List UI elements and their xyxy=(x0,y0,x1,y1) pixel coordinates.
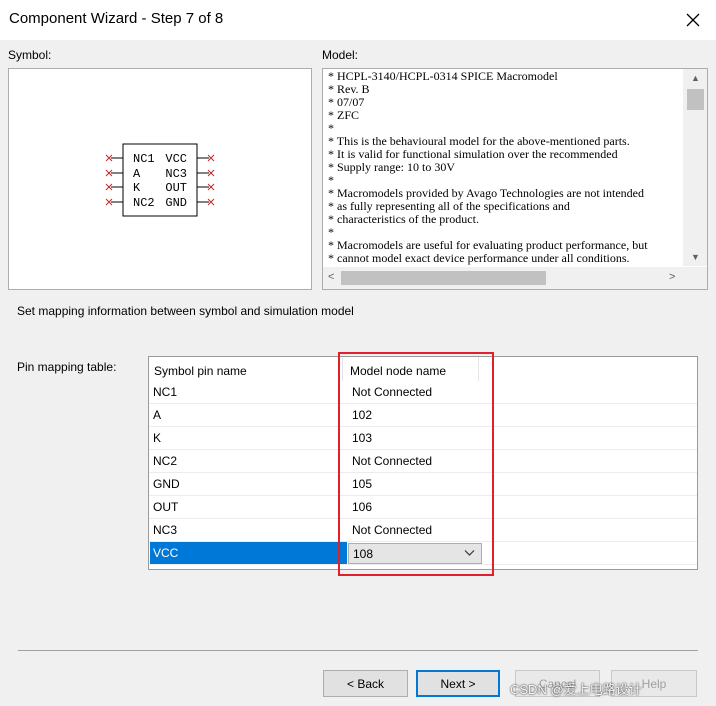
symbol-pin-cell: NC2 xyxy=(153,454,178,468)
model-node-cell[interactable]: Not Connected xyxy=(352,523,432,537)
symbol-pin-cell: VCC xyxy=(153,546,179,560)
watermark: CSDN @爱上电路设计 xyxy=(510,682,642,697)
model-node-cell[interactable]: Not Connected xyxy=(352,454,432,468)
model-node-cell[interactable]: 102 xyxy=(352,408,372,422)
table-row[interactable]: NC2 Not Connected xyxy=(149,450,697,473)
table-row[interactable]: NC1 Not Connected xyxy=(149,381,697,404)
symbol-pin-cell: A xyxy=(153,408,162,422)
table-row[interactable]: K 103 xyxy=(149,427,697,450)
button-separator xyxy=(18,650,698,651)
pin-label-k: K xyxy=(133,181,141,195)
back-button[interactable]: < Back xyxy=(323,670,408,697)
title-bar: Component Wizard - Step 7 of 8 xyxy=(0,0,716,40)
table-row[interactable]: GND 105 xyxy=(149,473,697,496)
vertical-scroll-thumb[interactable] xyxy=(687,89,704,110)
model-node-cell[interactable]: Not Connected xyxy=(352,385,432,399)
symbol-label: Symbol: xyxy=(8,48,52,62)
pin-label-nc3: NC3 xyxy=(165,167,187,181)
scroll-corner xyxy=(683,267,707,289)
next-button[interactable]: Next > xyxy=(416,670,500,697)
table-row[interactable]: A 102 xyxy=(149,404,697,427)
symbol-pin-cell: GND xyxy=(153,477,180,491)
chevron-down-icon[interactable] xyxy=(464,549,475,557)
window-title: Component Wizard - Step 7 of 8 xyxy=(9,10,224,27)
model-label: Model: xyxy=(322,48,359,62)
table-row[interactable]: NC3 Not Connected xyxy=(149,519,697,542)
pin-label-a: A xyxy=(133,167,141,181)
symbol-preview: NC1 A K NC2 VCC NC3 OUT GND xyxy=(8,68,312,290)
model-text-box[interactable]: * HCPL-3140/HCPL-0314 SPICE Macromodel *… xyxy=(322,68,708,290)
horizontal-scrollbar[interactable]: < > xyxy=(323,267,685,289)
table-row-selected[interactable]: VCC 108 xyxy=(149,542,697,565)
pin-mapping-table[interactable]: Symbol pin name Model node name NC1 Not … xyxy=(148,356,698,570)
scroll-up-icon[interactable]: ▲ xyxy=(691,73,700,83)
table-row[interactable]: OUT 106 xyxy=(149,496,697,519)
symbol-drawing: NC1 A K NC2 VCC NC3 OUT GND xyxy=(105,143,215,217)
scroll-left-icon[interactable]: < xyxy=(328,272,334,283)
model-node-cell[interactable]: 106 xyxy=(352,500,372,514)
symbol-pin-cell: NC1 xyxy=(153,385,178,399)
vertical-scrollbar[interactable]: ▲ ▼ xyxy=(683,69,707,266)
model-node-cell[interactable]: 105 xyxy=(352,477,372,491)
horizontal-scroll-thumb[interactable] xyxy=(341,271,546,285)
column-header-symbol-pin[interactable]: Symbol pin name xyxy=(149,357,343,381)
model-spice-text: * HCPL-3140/HCPL-0314 SPICE Macromodel *… xyxy=(328,70,648,265)
pin-label-vcc: VCC xyxy=(165,152,187,166)
pin-mapping-table-label: Pin mapping table: xyxy=(17,360,117,374)
model-node-cell[interactable]: 103 xyxy=(352,431,372,445)
pin-label-gnd: GND xyxy=(165,196,187,210)
pin-label-nc1: NC1 xyxy=(133,152,155,166)
selection-highlight xyxy=(150,542,347,564)
pin-label-out: OUT xyxy=(165,181,187,195)
symbol-pin-cell: K xyxy=(153,431,162,445)
close-icon xyxy=(686,13,700,27)
scroll-down-icon[interactable]: ▼ xyxy=(691,252,700,262)
symbol-pin-cell: OUT xyxy=(153,500,179,514)
pin-label-nc2: NC2 xyxy=(133,196,155,210)
close-button[interactable] xyxy=(678,6,708,34)
column-header-model-node[interactable]: Model node name xyxy=(345,357,479,381)
model-node-dropdown[interactable]: 108 xyxy=(348,543,482,564)
dropdown-value: 108 xyxy=(353,547,374,561)
symbol-pin-cell: NC3 xyxy=(153,523,178,537)
scroll-right-icon[interactable]: > xyxy=(669,272,675,283)
mapping-instruction: Set mapping information between symbol a… xyxy=(17,304,354,318)
